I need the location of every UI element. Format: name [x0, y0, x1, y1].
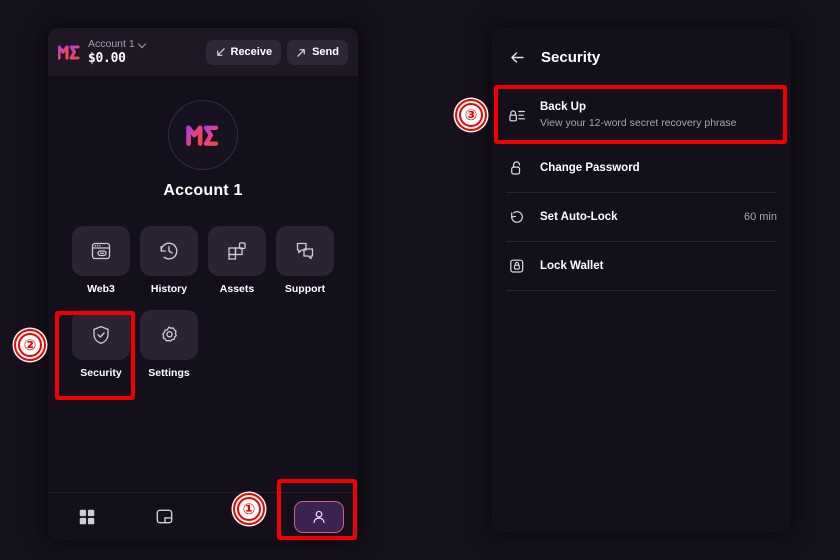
- security-row-lock-wallet[interactable]: Lock Wallet: [492, 242, 791, 290]
- tile-security[interactable]: Security: [72, 310, 130, 379]
- tile-row: Security Settings: [48, 310, 358, 379]
- security-row-set-auto-lock[interactable]: Set Auto-Lock 60 min: [492, 193, 791, 241]
- clock-rewind-icon: [160, 242, 178, 260]
- rotate-ccw-icon: [506, 207, 528, 227]
- tile-history-label: History: [150, 283, 188, 295]
- tile-history[interactable]: History: [140, 226, 198, 295]
- chevron-down-icon: [139, 40, 147, 48]
- gear-icon: [162, 326, 177, 342]
- wallet-header: Account 1 $0.00 Receive Send: [48, 28, 358, 76]
- step-marker-2-number: ②: [23, 335, 37, 354]
- chat-bubbles-icon: [296, 242, 314, 260]
- arrow-up-right-icon: [297, 48, 305, 57]
- tile-security-label: Security: [80, 367, 122, 379]
- wallet-panel: Account 1 $0.00 Receive Send Account 1 W…: [48, 28, 358, 540]
- send-button[interactable]: Send: [287, 39, 348, 65]
- boxed-lock-icon: [506, 256, 528, 276]
- tile-support-square[interactable]: [276, 226, 334, 276]
- send-button-label: Send: [312, 46, 339, 58]
- security-header: Security: [492, 28, 791, 86]
- security-panel: Security Back Up View your 12-word secre…: [492, 28, 791, 532]
- tile-assets-square[interactable]: [208, 226, 266, 276]
- grid-squares-icon: [79, 509, 95, 524]
- security-row-change-password-label: Change Password: [540, 162, 640, 174]
- tile-settings-square[interactable]: [140, 310, 198, 360]
- tile-web3-square[interactable]: [72, 226, 130, 276]
- security-row-set-auto-lock-label: Set Auto-Lock: [540, 211, 618, 223]
- tile-web3-label: Web3: [87, 283, 115, 295]
- shield-check-icon: [93, 325, 109, 345]
- step-marker-1-number: ①: [242, 499, 256, 518]
- wallet-tile-grid: Web3 History Assets Support Security Set…: [48, 226, 358, 379]
- lock-lines-icon: [506, 105, 528, 125]
- tile-settings-label: Settings: [148, 367, 190, 379]
- nav-item-wallet[interactable]: [126, 493, 204, 540]
- wallet-body: Account 1 Web3 History Assets Support Se…: [48, 76, 358, 493]
- browser-link-icon: [91, 242, 111, 260]
- tile-web3[interactable]: Web3: [72, 226, 130, 295]
- arrow-down-left-icon: [216, 47, 225, 56]
- tile-spacer: [208, 310, 266, 379]
- account-name: Account 1: [88, 38, 135, 50]
- step-marker-3-number: ③: [464, 105, 478, 124]
- security-row-set-auto-lock-text: Set Auto-Lock: [540, 210, 732, 224]
- me-logo-icon: [186, 125, 219, 146]
- tile-support[interactable]: Support: [276, 226, 334, 295]
- receive-button[interactable]: Receive: [205, 39, 282, 65]
- security-row-lock-wallet-label: Lock Wallet: [540, 260, 604, 272]
- avatar: [168, 100, 238, 170]
- security-row-change-password[interactable]: Change Password: [492, 144, 791, 192]
- step-marker-2: ②: [14, 329, 46, 361]
- divider: [506, 290, 777, 291]
- back-button[interactable]: [508, 48, 527, 67]
- step-marker-1: ①: [233, 493, 265, 525]
- account-selector[interactable]: Account 1 $0.00: [88, 38, 200, 66]
- security-row-back-up-sub: View your 12-word secret recovery phrase: [540, 116, 737, 129]
- unlocked-padlock-icon: [506, 158, 528, 178]
- tile-support-label: Support: [284, 283, 326, 295]
- screenshot-stage: Account 1 $0.00 Receive Send Account 1 W…: [0, 0, 840, 560]
- nav-item-profile[interactable]: [281, 493, 359, 540]
- profile-header: Account 1: [48, 100, 358, 200]
- tile-row: Web3 History Assets Support: [48, 226, 358, 295]
- tile-settings[interactable]: Settings: [140, 310, 198, 379]
- account-balance: $0.00: [88, 51, 126, 66]
- tile-assets-label: Assets: [219, 283, 255, 295]
- security-options-list: Back Up View your 12-word secret recover…: [492, 86, 791, 291]
- blocks-icon: [228, 242, 246, 260]
- security-row-lock-wallet-text: Lock Wallet: [540, 259, 777, 273]
- bottom-nav: [48, 492, 358, 540]
- arrow-left-icon: [511, 51, 524, 63]
- security-row-set-auto-lock-value: 60 min: [743, 211, 777, 223]
- wallet-card-icon: [156, 509, 173, 524]
- step-marker-3: ③: [455, 99, 487, 131]
- security-row-change-password-text: Change Password: [540, 161, 777, 175]
- security-row-back-up-text: Back Up View your 12-word secret recover…: [540, 100, 777, 130]
- nav-item-apps[interactable]: [48, 493, 126, 540]
- security-title: Security: [541, 48, 601, 66]
- page-title: Account 1: [163, 182, 243, 199]
- tile-security-square[interactable]: [72, 310, 130, 360]
- receive-button-label: Receive: [230, 46, 273, 58]
- tile-history-square[interactable]: [140, 226, 198, 276]
- security-row-back-up[interactable]: Back Up View your 12-word secret recover…: [492, 86, 791, 143]
- me-logo-icon: [58, 41, 80, 63]
- tile-spacer: [276, 310, 334, 379]
- tile-assets[interactable]: Assets: [208, 226, 266, 295]
- person-icon: [313, 510, 325, 523]
- security-row-back-up-label: Back Up: [540, 100, 587, 113]
- nav-item-profile-pill[interactable]: [294, 500, 345, 533]
